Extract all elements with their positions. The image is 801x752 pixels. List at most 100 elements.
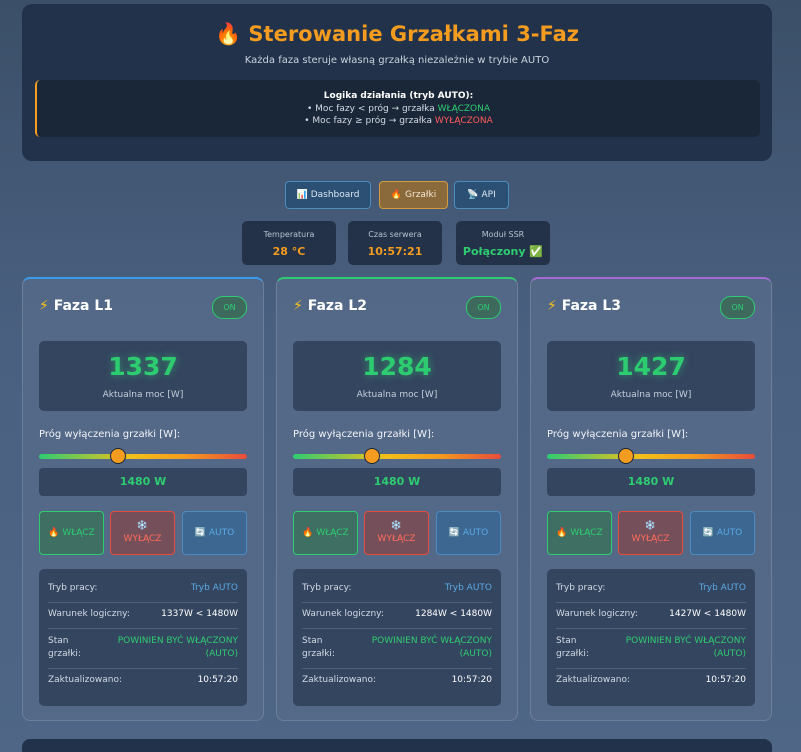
info-row-condition: Warunek logiczny: 1337W < 1480W [48,609,238,629]
phase-title: ⚡ Faza L2 [293,298,367,314]
threshold-slider[interactable] [293,448,501,464]
info-state-value-line2: (AUTO) [713,649,746,659]
auto-mode-button[interactable]: 🔄 AUTO [690,511,755,555]
info-condition-value: 1427W < 1480W [669,609,746,619]
status-temperature-label: Temperatura [263,230,315,239]
info-row-mode: Tryb pracy: Tryb AUTO [556,583,746,603]
info-state-value-line2: (AUTO) [205,649,238,659]
satellite-icon: 📡 [467,190,479,200]
logic-title: Logika działania (tryb AUTO): [323,91,474,101]
phase-info-panel: Tryb pracy: Tryb AUTO Warunek logiczny: … [547,569,755,706]
turn-on-button[interactable]: 🔥 WŁĄCZ [39,511,104,555]
fire-icon: 🔥 [214,22,242,46]
info-row-condition: Warunek logiczny: 1284W < 1480W [302,609,492,629]
info-condition-label: Warunek logiczny: [556,609,638,619]
info-mode-value: Tryb AUTO [698,583,746,593]
chart-icon: 📊 [296,190,308,200]
phase-title-text: Faza L3 [561,298,622,314]
info-updated-label: Zaktualizowano: [302,675,376,685]
power-value: 1427 [616,352,686,381]
auto-mode-button[interactable]: 🔄 AUTO [436,511,501,555]
turn-off-button[interactable]: ❄️ WYŁĄCZ [364,511,429,555]
info-state-value: POWINIEN BYĆ WŁĄCZONY (AUTO) [372,635,492,661]
info-state-value: POWINIEN BYĆ WŁĄCZONY (AUTO) [626,635,746,661]
lightning-icon: ⚡ [39,298,49,314]
logic-rule-on: • Moc fazy < próg → grzałka WŁĄCZONA [37,104,760,114]
info-row-state: Stan grzałki: POWINIEN BYĆ WŁĄCZONY (AUT… [302,635,492,669]
info-state-value-line2: (AUTO) [459,649,492,659]
turn-off-button[interactable]: ❄️ WYŁĄCZ [110,511,175,555]
logic-rule-on-state: WŁĄCZONA [437,104,490,114]
info-condition-label: Warunek logiczny: [48,609,130,619]
info-row-state: Stan grzałki: POWINIEN BYĆ WŁĄCZONY (AUT… [48,635,238,669]
snowflake-icon: ❄️ [390,521,403,531]
info-mode-label: Tryb pracy: [48,583,98,593]
info-row-updated: Zaktualizowano: 10:57:20 [556,675,746,691]
info-state-value-line1: POWINIEN BYĆ WŁĄCZONY [371,636,492,646]
threshold-value: 1480 W [547,468,755,496]
logic-rule-off: • Moc fazy ≥ próg → grzałka WYŁĄCZONA [37,116,760,126]
power-value: 1284 [362,352,432,381]
info-condition-label: Warunek logiczny: [302,609,384,619]
power-label: Aktualna moc [W] [356,390,438,400]
status-ssr: Moduł SSR Połączony ✅ [456,221,550,265]
power-display: 1427 Aktualna moc [W] [547,341,755,411]
threshold-slider-handle[interactable] [110,448,127,464]
power-value: 1337 [108,352,178,381]
info-row-mode: Tryb pracy: Tryb AUTO [48,583,238,603]
threshold-label: Próg wyłączenia grzałki [W]: [293,429,435,440]
power-label: Aktualna moc [W] [102,390,184,400]
info-state-label-line1: Stan [556,636,577,646]
info-mode-label: Tryb pracy: [302,583,352,593]
threshold-value: 1480 W [293,468,501,496]
status-temperature-value: 28 °C [272,245,306,258]
phase-title: ⚡ Faza L1 [39,298,113,314]
threshold-slider-handle[interactable] [364,448,381,464]
info-updated-label: Zaktualizowano: [556,675,630,685]
info-condition-value: 1337W < 1480W [161,609,238,619]
info-row-updated: Zaktualizowano: 10:57:20 [302,675,492,691]
info-state-label-line1: Stan [302,636,323,646]
fire-icon: 🔥 [390,190,403,200]
info-state-label-line2: grzałki: [556,649,589,659]
nav-dashboard-button[interactable]: 📊 Dashboard [285,181,371,209]
info-mode-value: Tryb AUTO [444,583,492,593]
info-state-label-line1: Stan [48,636,69,646]
info-state-label-line2: grzałki: [48,649,81,659]
turn-off-label: WYŁĄCZ [631,534,670,544]
info-updated-label: Zaktualizowano: [48,675,122,685]
phase-status-badge: ON [212,296,247,319]
info-updated-value: 10:57:20 [197,675,238,685]
status-ssr-value: Połączony ✅ [462,245,544,258]
status-temperature: Temperatura 28 °C [242,221,336,265]
status-server-time-value: 10:57:21 [367,245,423,258]
nav-api-button[interactable]: 📡 API [454,181,509,209]
threshold-label: Próg wyłączenia grzałki [W]: [39,429,181,440]
power-display: 1284 Aktualna moc [W] [293,341,501,411]
info-state-label: Stan grzałki: [302,635,335,661]
threshold-slider[interactable] [39,448,247,464]
threshold-slider-handle[interactable] [618,448,635,464]
turn-on-button[interactable]: 🔥 WŁĄCZ [547,511,612,555]
status-ssr-label: Moduł SSR [481,230,525,239]
info-updated-value: 10:57:20 [451,675,492,685]
auto-mode-button[interactable]: 🔄 AUTO [182,511,247,555]
logic-rule-on-text: • Moc fazy < próg → grzałka [307,104,435,114]
phase-title-text: Faza L2 [307,298,368,314]
threshold-slider[interactable] [547,448,755,464]
phase-status-badge: ON [720,296,755,319]
info-updated-value: 10:57:20 [705,675,746,685]
power-label: Aktualna moc [W] [610,390,692,400]
status-server-time-label: Czas serwera [368,230,422,239]
turn-off-label: WYŁĄCZ [123,534,162,544]
turn-off-label: WYŁĄCZ [377,534,416,544]
info-row-condition: Warunek logiczny: 1427W < 1480W [556,609,746,629]
info-state-label-line2: grzałki: [302,649,335,659]
turn-on-button[interactable]: 🔥 WŁĄCZ [293,511,358,555]
turn-off-button[interactable]: ❄️ WYŁĄCZ [618,511,683,555]
page-title-text: Sterowanie Grzałkami 3-Faz [248,22,580,46]
logic-rule-off-state: WYŁĄCZONA [434,116,493,126]
nav-grzalki-button[interactable]: 🔥 Grzałki [379,181,448,209]
info-state-label: Stan grzałki: [556,635,589,661]
lightning-icon: ⚡ [547,298,557,314]
